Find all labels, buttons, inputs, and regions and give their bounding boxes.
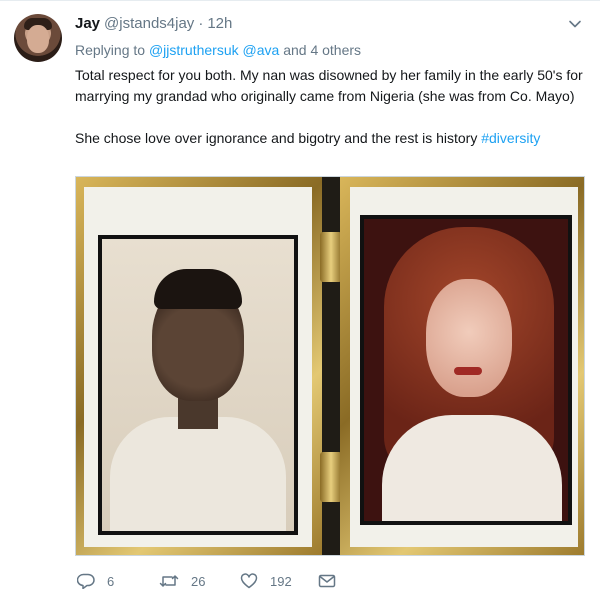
replying-to: Replying to @jjstruthersuk @ava and 4 ot… [75,42,361,58]
replying-user-link[interactable]: @jjstruthersuk [149,42,239,58]
retweet-button[interactable]: 26 [159,571,205,591]
reply-button[interactable]: 6 [77,571,114,591]
frame-mat [84,187,312,547]
tweet-text: Total respect for you both. My nan was d… [75,65,585,149]
avatar-face [27,25,49,53]
chevron-down-icon[interactable] [568,17,582,31]
tweet-timestamp[interactable]: 12h [207,15,232,32]
hashtag-link[interactable]: #diversity [481,130,540,146]
tweet-text-content: She chose love over ignorance and bigotr… [75,130,478,146]
retweet-icon [159,575,179,587]
frame-hinge [320,452,342,502]
replying-prefix: Replying to [75,42,146,58]
heart-icon [240,573,258,589]
tweet-actions: 6 26 192 [75,571,375,591]
tweet-header: Jay @jstands4jay · 12h [75,15,232,35]
portrait-woman [360,215,572,525]
direct-message-button[interactable] [318,571,336,591]
photo-frame-right [340,177,584,555]
like-button[interactable]: 192 [240,571,292,591]
photo-frame-left [76,177,322,555]
portrait-man [98,235,298,535]
avatar[interactable] [14,14,62,62]
tweet-text-paragraph: Total respect for you both. My nan was d… [75,67,583,104]
author-name[interactable]: Jay [75,15,100,32]
tweet[interactable]: Jay @jstands4jay · 12h Replying to @jjst… [0,0,600,599]
reply-count: 6 [107,573,115,589]
frame-mat [350,187,578,547]
replying-others[interactable]: and 4 others [283,42,361,58]
envelope-icon [318,574,336,588]
replying-user-link[interactable]: @ava [243,42,280,58]
tweet-text-paragraph: She chose love over ignorance and bigotr… [75,128,585,149]
reply-icon [77,573,95,589]
like-count: 192 [270,573,292,589]
tweet-photo[interactable] [75,176,585,556]
author-handle[interactable]: @jstands4jay [104,15,194,32]
separator-dot: · [198,15,204,32]
retweet-count: 26 [191,573,206,589]
frame-hinge [320,232,342,282]
